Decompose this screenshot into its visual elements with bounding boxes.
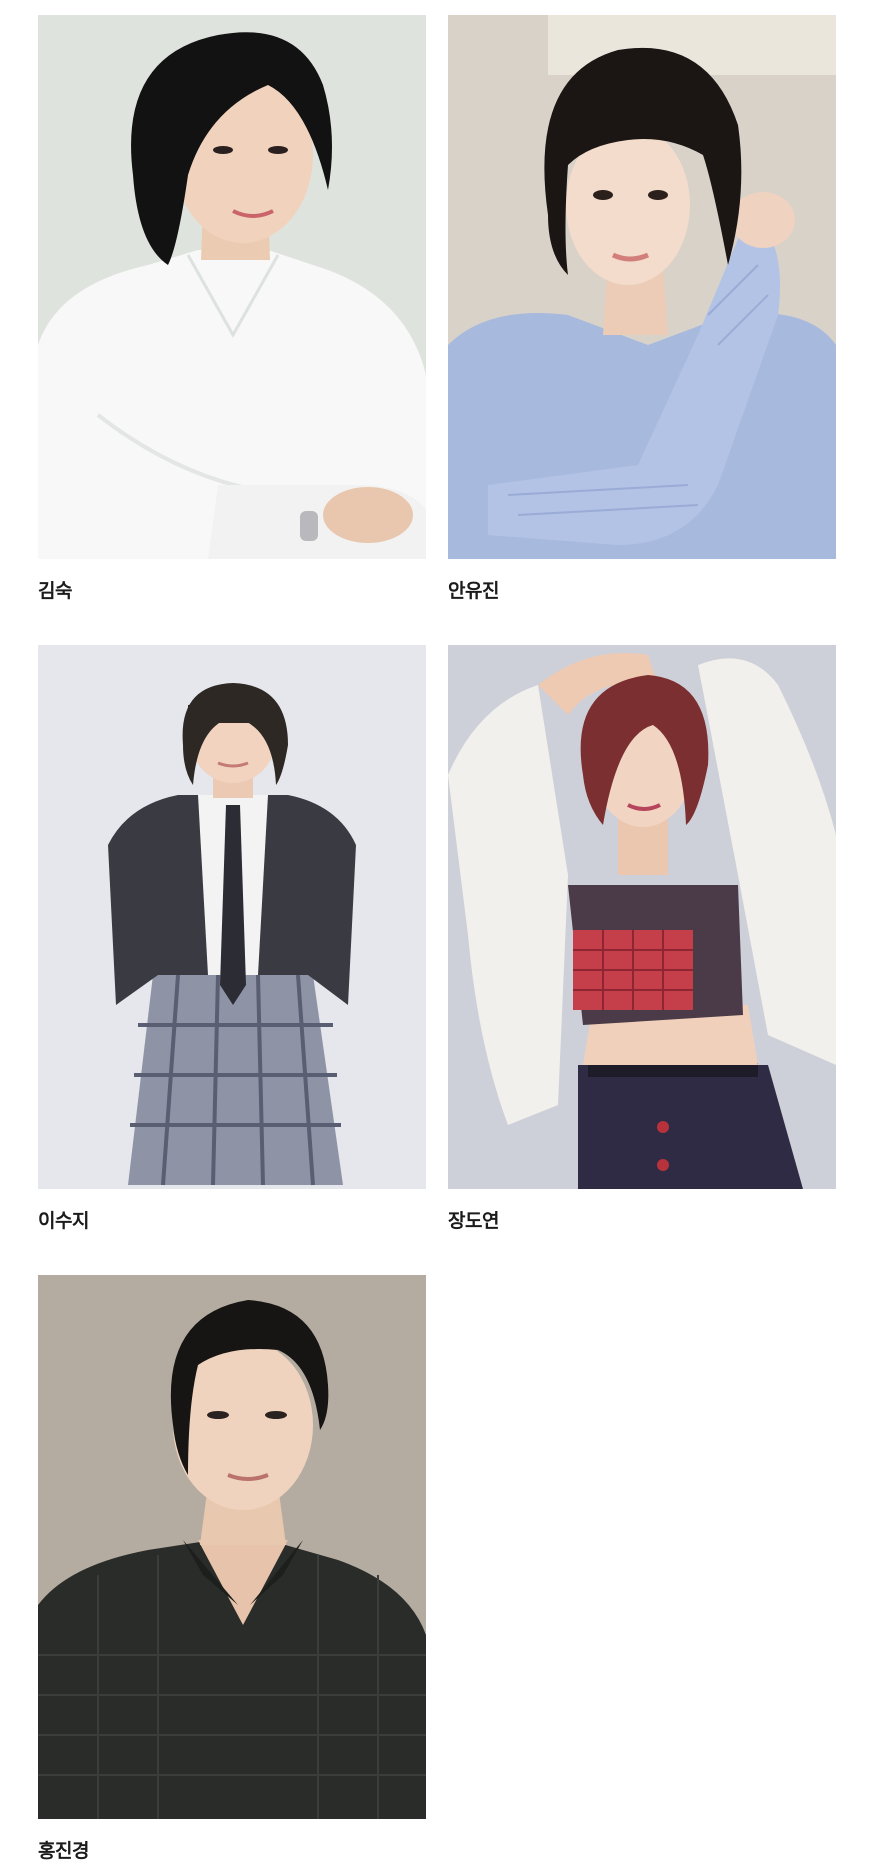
cast-photo[interactable] xyxy=(448,645,836,1189)
cast-card[interactable]: 김숙 xyxy=(38,15,426,608)
cast-photo[interactable] xyxy=(38,1275,426,1819)
cast-photo[interactable] xyxy=(448,15,836,559)
cast-name[interactable]: 안유진 xyxy=(448,574,836,608)
cast-name[interactable]: 김숙 xyxy=(38,574,426,608)
cast-name[interactable]: 홍진경 xyxy=(38,1834,426,1868)
cast-name[interactable]: 장도연 xyxy=(448,1204,836,1238)
cast-name[interactable]: 이수지 xyxy=(38,1204,426,1238)
cast-card[interactable]: 안유진 xyxy=(448,15,836,608)
cast-photo[interactable] xyxy=(38,15,426,559)
cast-grid: 김숙 안유진 이수지 장도연 홍진경 xyxy=(38,15,848,1868)
cast-card[interactable]: 장도연 xyxy=(448,645,836,1238)
cast-photo[interactable] xyxy=(38,645,426,1189)
cast-card[interactable]: 홍진경 xyxy=(38,1275,426,1868)
cast-card[interactable]: 이수지 xyxy=(38,645,426,1238)
